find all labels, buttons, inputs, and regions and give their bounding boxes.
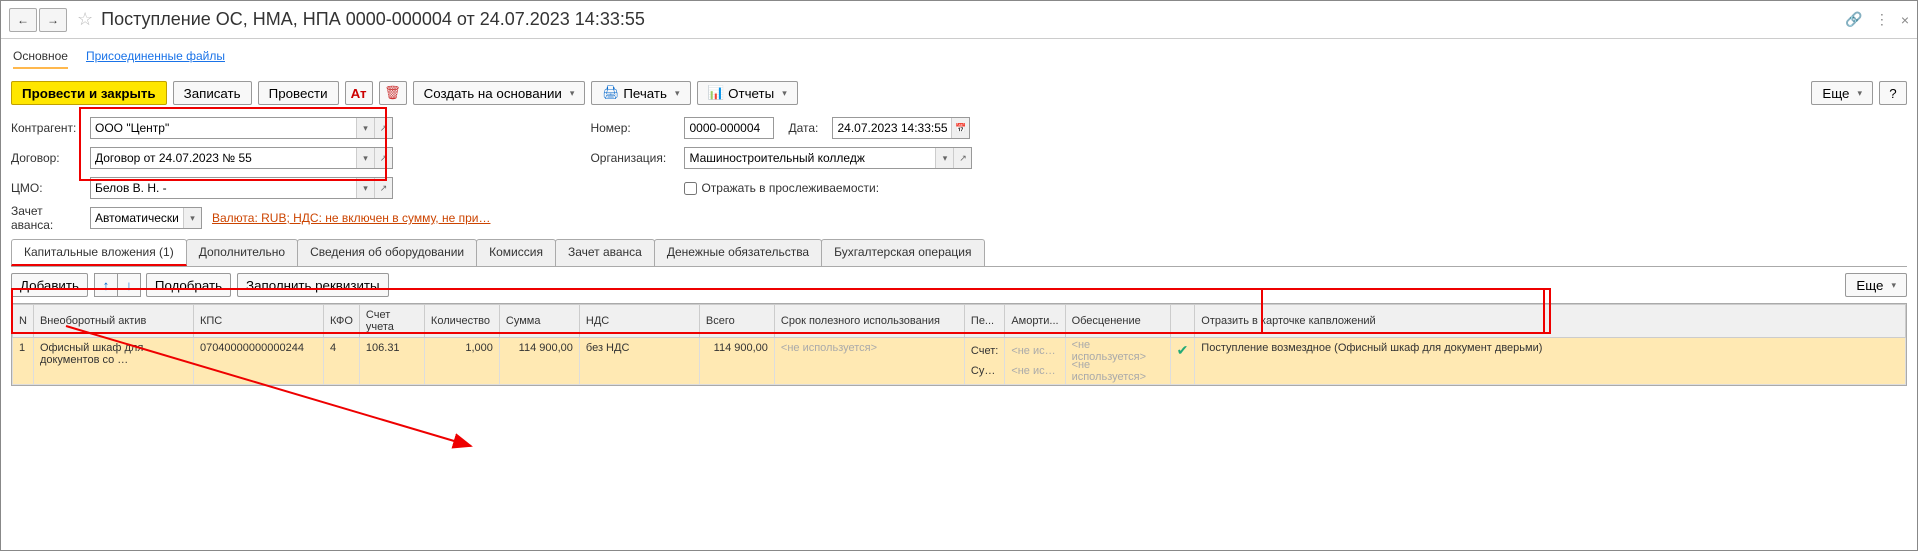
cell-kfo[interactable]: 4 — [323, 338, 359, 385]
fill-requisites-button[interactable]: Заполнить реквизиты — [237, 273, 389, 297]
number-input[interactable] — [685, 118, 773, 138]
move-down-button[interactable]: ↓ — [117, 273, 141, 297]
save-button[interactable]: Записать — [173, 81, 252, 105]
col-asset: Внеоборотный актив — [33, 305, 193, 338]
col-reflect: Отразить в карточке капвложений — [1195, 305, 1906, 338]
org-input[interactable] — [685, 148, 935, 168]
counterparty-label: Контрагент: — [11, 121, 86, 135]
cmo-input[interactable] — [91, 178, 356, 198]
number-label: Номер: — [590, 121, 680, 135]
subtab-main[interactable]: Основное — [13, 45, 68, 69]
dropdown-icon[interactable]: ▾ — [183, 208, 201, 228]
table-more-button[interactable]: Еще — [1845, 273, 1907, 297]
contract-input[interactable] — [91, 148, 356, 168]
add-row-button[interactable]: Добавить — [11, 273, 88, 297]
advance-label: Зачет аванса: — [11, 204, 86, 232]
col-vat: НДС — [579, 305, 699, 338]
col-kfo: КФО — [323, 305, 359, 338]
col-checkbox — [1170, 305, 1195, 338]
traceability-label: Отражать в прослеживаемости: — [701, 181, 879, 195]
org-label: Организация: — [590, 151, 680, 165]
table-row[interactable]: 1 Офисный шкаф для документов со … 07040… — [13, 338, 1906, 385]
cell-qty[interactable]: 1,000 — [424, 338, 499, 385]
open-icon[interactable]: ↗ — [374, 178, 392, 198]
date-input[interactable] — [833, 118, 951, 138]
nav-back-button[interactable]: ← — [9, 8, 37, 32]
help-button[interactable]: ? — [1879, 81, 1907, 105]
cell-pe[interactable]: Счет: Су… — [964, 338, 1004, 385]
create-based-on-button[interactable]: Создать на основании — [413, 81, 586, 105]
kebab-menu-icon[interactable]: ⋮ — [1875, 11, 1889, 28]
tab-equipment-info[interactable]: Сведения об оборудовании — [297, 239, 477, 266]
tab-capital-investments[interactable]: Капитальные вложения (1) — [11, 239, 187, 266]
tab-additional[interactable]: Дополнительно — [186, 239, 298, 266]
dropdown-icon[interactable]: ▾ — [356, 148, 374, 168]
advance-input[interactable] — [91, 208, 183, 228]
post-mark-button[interactable]: Ат — [345, 81, 373, 105]
calendar-icon[interactable]: 📅 — [951, 118, 969, 138]
col-kps: КПС — [193, 305, 323, 338]
cell-sum[interactable]: 114 900,00 — [499, 338, 579, 385]
print-button[interactable]: 🖨 Печать — [591, 81, 690, 105]
nav-forward-button[interactable]: → — [39, 8, 67, 32]
counterparty-input[interactable] — [91, 118, 356, 138]
cell-kps[interactable]: 07040000000000244 — [193, 338, 323, 385]
dropdown-icon[interactable]: ▾ — [356, 118, 374, 138]
col-useful-life: Срок полезного использования — [774, 305, 964, 338]
capital-investments-table: N Внеоборотный актив КПС КФО Счет учета … — [12, 304, 1906, 385]
col-total: Всего — [699, 305, 774, 338]
cell-asset[interactable]: Офисный шкаф для документов со … — [33, 338, 193, 385]
post-and-close-button[interactable]: Провести и закрыть — [11, 81, 167, 105]
col-account: Счет учета — [359, 305, 424, 338]
currency-vat-link[interactable]: Валюта: RUB; НДС: не включен в сумму, не… — [212, 211, 490, 225]
more-button[interactable]: Еще — [1811, 81, 1873, 105]
open-icon[interactable]: ↗ — [374, 148, 392, 168]
page-title: Поступление ОС, НМА, НПА 0000-000004 от … — [101, 9, 1845, 30]
open-icon[interactable]: ↗ — [953, 148, 971, 168]
link-icon[interactable]: 🔗 — [1845, 11, 1862, 28]
tab-accounting-operation[interactable]: Бухгалтерская операция — [821, 239, 984, 266]
col-amort: Аморти... — [1005, 305, 1065, 338]
tab-monetary-obligations[interactable]: Денежные обязательства — [654, 239, 822, 266]
cell-account[interactable]: 106.31 — [359, 338, 424, 385]
traceability-checkbox[interactable] — [684, 182, 697, 195]
col-impairment: Обесценение — [1065, 305, 1170, 338]
cell-n: 1 — [13, 338, 34, 385]
reports-button[interactable]: 📊 Отчеты — [697, 81, 798, 105]
subtab-attached-files[interactable]: Присоединенные файлы — [86, 45, 225, 69]
cell-total[interactable]: 114 900,00 — [699, 338, 774, 385]
col-qty: Количество — [424, 305, 499, 338]
date-label: Дата: — [788, 121, 828, 135]
cell-reflect-checkbox[interactable]: ✔ — [1170, 338, 1195, 385]
contract-label: Договор: — [11, 151, 86, 165]
open-icon[interactable]: ↗ — [374, 118, 392, 138]
col-pe: Пе... — [964, 305, 1004, 338]
tab-advance-offset[interactable]: Зачет аванса — [555, 239, 655, 266]
tab-commission[interactable]: Комиссия — [476, 239, 556, 266]
post-button[interactable]: Провести — [258, 81, 339, 105]
dropdown-icon[interactable]: ▾ — [935, 148, 953, 168]
cell-amort[interactable]: <не ис… <не ис… — [1005, 338, 1065, 385]
pick-button[interactable]: Подобрать — [146, 273, 231, 297]
cell-impairment[interactable]: <не используется> <не используется> — [1065, 338, 1170, 385]
favorite-star-icon[interactable]: ☆ — [77, 9, 93, 30]
col-n: N — [13, 305, 34, 338]
dropdown-icon[interactable]: ▾ — [356, 178, 374, 198]
col-sum: Сумма — [499, 305, 579, 338]
cmo-label: ЦМО: — [11, 181, 86, 195]
cell-useful-life[interactable]: <не используется> — [774, 338, 964, 385]
move-up-button[interactable]: ↑ — [94, 273, 118, 297]
delete-button[interactable]: 🗑 — [379, 81, 407, 105]
cell-reflect-text[interactable]: Поступление возмездное (Офисный шкаф для… — [1195, 338, 1906, 385]
cell-vat[interactable]: без НДС — [579, 338, 699, 385]
close-icon[interactable]: × — [1901, 12, 1909, 28]
